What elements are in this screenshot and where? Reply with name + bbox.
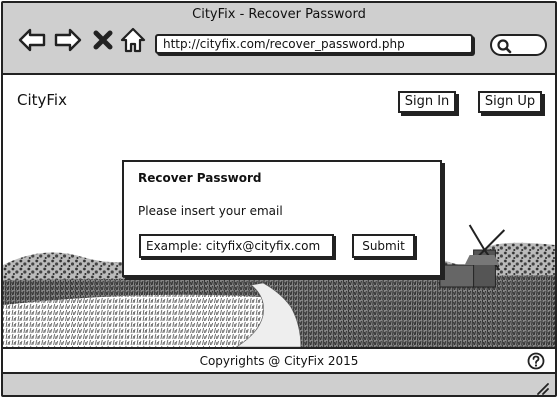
browser-chrome: CityFix - Recover Password http://cityfi… <box>3 3 555 75</box>
browser-window: CityFix - Recover Password http://cityfi… <box>1 1 557 397</box>
copyright-text: Copyrights @ CityFix 2015 <box>199 354 359 368</box>
home-icon[interactable] <box>118 25 148 55</box>
dialog-title: Recover Password <box>138 171 262 185</box>
forward-arrow-icon[interactable] <box>53 25 83 55</box>
url-bar[interactable]: http://cityfix.com/recover_password.php <box>155 34 473 54</box>
page-footer: Copyrights @ CityFix 2015 <box>3 347 555 374</box>
browser-search-box[interactable] <box>490 34 547 56</box>
page-content: CityFix Sign In Sign Up Recover Password… <box>3 75 555 347</box>
window-title: CityFix - Recover Password <box>192 7 366 22</box>
help-icon[interactable] <box>527 352 545 370</box>
close-x-icon[interactable] <box>91 25 115 55</box>
search-icon <box>497 39 512 54</box>
status-bar <box>3 374 555 395</box>
sign-in-button[interactable]: Sign In <box>398 91 456 113</box>
site-logo[interactable]: CityFix <box>17 91 67 109</box>
resize-grip-icon[interactable] <box>535 381 549 395</box>
submit-button[interactable]: Submit <box>352 234 415 258</box>
sign-up-button[interactable]: Sign Up <box>478 91 542 113</box>
back-arrow-icon[interactable] <box>17 25 47 55</box>
email-field[interactable] <box>139 234 334 258</box>
recover-password-dialog: Recover Password Please insert your emai… <box>122 160 442 277</box>
email-instruction: Please insert your email <box>138 204 283 218</box>
